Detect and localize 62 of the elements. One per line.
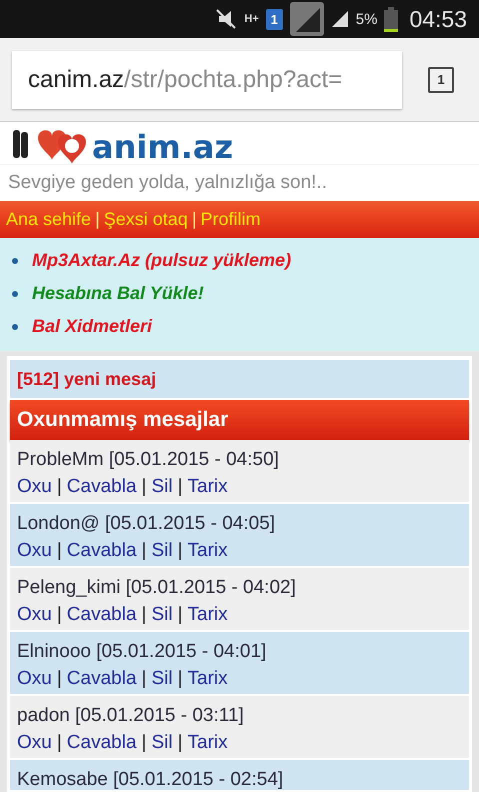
action-separator: |	[142, 731, 146, 755]
action-link[interactable]: Tarix	[188, 473, 228, 500]
action-separator: |	[178, 603, 183, 627]
action-separator: |	[142, 539, 146, 563]
signal-icon	[290, 2, 324, 36]
action-separator: |	[178, 667, 183, 691]
action-link[interactable]: Sil	[151, 537, 173, 564]
action-link[interactable]: Sil	[151, 473, 173, 500]
sim-card-icon: 1	[266, 8, 283, 30]
action-separator: |	[56, 475, 62, 499]
action-separator: |	[142, 475, 146, 499]
action-link[interactable]: Cavabla	[66, 601, 137, 628]
promo-link[interactable]: Mp3Axtar.Az (pulsuz yükleme)	[32, 250, 292, 271]
message-sender: Peleng_kimi [05.01.2015 - 04:02]	[17, 576, 297, 600]
promo-link[interactable]: Bal Xidmetleri	[32, 316, 152, 337]
action-link[interactable]: Oxu	[17, 729, 52, 756]
action-link[interactable]: Oxu	[17, 473, 52, 500]
action-link[interactable]: Sil	[151, 601, 173, 628]
message-sender: London@ [05.01.2015 - 04:05]	[17, 512, 276, 536]
clock: 04:53	[409, 6, 467, 32]
action-separator: |	[178, 475, 183, 499]
battery-percent: 5%	[356, 10, 378, 28]
action-separator: |	[56, 667, 62, 691]
action-link[interactable]: Oxu	[17, 537, 52, 564]
action-separator: |	[178, 731, 183, 755]
signal-icon	[330, 9, 349, 29]
bullet-icon	[12, 324, 18, 330]
action-link[interactable]: Oxu	[17, 665, 52, 692]
action-link[interactable]: Tarix	[188, 729, 228, 756]
action-link[interactable]: Sil	[151, 665, 173, 692]
action-link[interactable]: Sil	[151, 729, 173, 756]
message-sender: Elninooo [05.01.2015 - 04:01]	[17, 640, 268, 664]
address-bar[interactable]: canim.az/str/pochta.php?act=	[12, 50, 402, 108]
action-separator: |	[142, 667, 146, 691]
site-logo[interactable]: anim.az	[92, 130, 234, 164]
action-link[interactable]: Cavabla	[66, 665, 137, 692]
action-separator: |	[56, 603, 62, 627]
bullet-icon	[12, 290, 18, 296]
nav-separator: |	[95, 209, 100, 230]
nav-separator: |	[192, 209, 196, 230]
battery-icon	[384, 6, 398, 32]
action-link[interactable]: Tarix	[188, 537, 228, 564]
section-header: Oxunmamış mesajlar	[10, 400, 469, 440]
action-link[interactable]: Cavabla	[66, 729, 137, 756]
action-link[interactable]: Cavabla	[66, 537, 137, 564]
message-sender: padon [05.01.2015 - 03:11]	[17, 704, 245, 728]
message-sender: Kemosabe [05.01.2015 - 02:54]	[17, 768, 284, 792]
action-separator: |	[142, 603, 146, 627]
tab-switcher-button[interactable]: 1	[428, 66, 454, 92]
action-link[interactable]: Tarix	[188, 601, 228, 628]
action-link[interactable]: Tarix	[188, 665, 228, 692]
action-separator: |	[178, 539, 183, 563]
action-link[interactable]: Oxu	[17, 601, 52, 628]
action-separator: |	[56, 539, 62, 563]
network-type-label: H+	[244, 14, 259, 24]
promo-link[interactable]: Hesabına Bal Yükle!	[32, 283, 204, 304]
bullet-icon	[12, 258, 18, 264]
action-link[interactable]: Cavabla	[66, 473, 137, 500]
message-sender: ProbleMm [05.01.2015 - 04:50]	[17, 448, 280, 472]
new-message-count: [512] yeni mesaj	[10, 360, 469, 398]
mute-icon	[215, 7, 238, 31]
action-separator: |	[56, 731, 62, 755]
